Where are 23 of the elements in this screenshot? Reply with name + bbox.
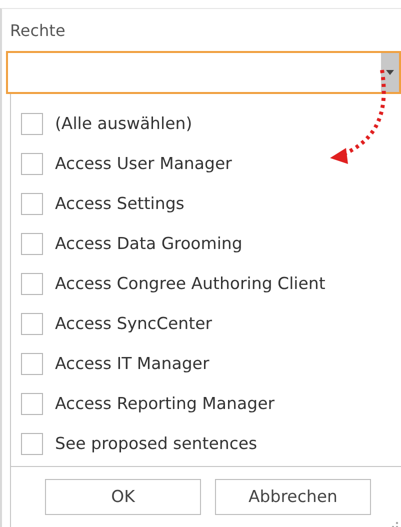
field-label: Rechte: [10, 20, 66, 42]
option-label[interactable]: Access Congree Authoring Client: [55, 272, 326, 296]
checkbox[interactable]: [21, 353, 43, 375]
caret-icon: [386, 70, 394, 75]
checkbox[interactable]: [21, 113, 43, 135]
checkbox[interactable]: [21, 273, 43, 295]
cancel-button[interactable]: Abbrechen: [215, 479, 371, 515]
option-label[interactable]: Access Settings: [55, 192, 184, 216]
option-label[interactable]: Access User Manager: [55, 152, 232, 176]
option-label[interactable]: See proposed sentences: [55, 432, 258, 456]
checkbox[interactable]: [21, 393, 43, 415]
checkbox[interactable]: [21, 153, 43, 175]
ok-button[interactable]: OK: [45, 479, 201, 515]
option-label[interactable]: Access SyncCenter: [55, 312, 212, 336]
option-label[interactable]: (Alle auswählen): [55, 112, 192, 136]
checkbox[interactable]: [21, 233, 43, 255]
option-label[interactable]: Access Reporting Manager: [55, 392, 275, 416]
checkbox[interactable]: [21, 433, 43, 455]
option-label[interactable]: Access Data Grooming: [55, 232, 242, 256]
option-label[interactable]: Access IT Manager: [55, 352, 210, 376]
checkbox[interactable]: [21, 313, 43, 335]
checkbox[interactable]: [21, 193, 43, 215]
dropdown-button[interactable]: [381, 53, 399, 92]
